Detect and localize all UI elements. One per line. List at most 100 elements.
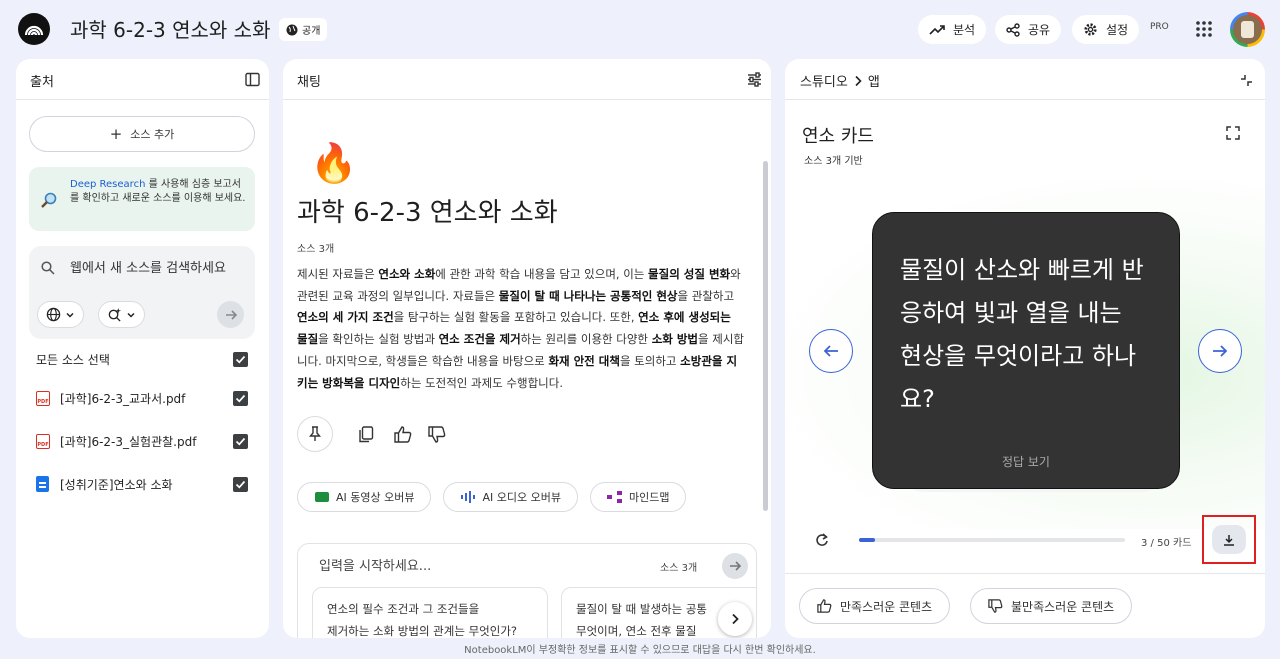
divider	[785, 573, 1265, 574]
summary-emphasis: 연소의 세 가지 조건	[297, 310, 394, 325]
pdf-icon: PDF	[36, 390, 50, 406]
send-button[interactable]	[722, 553, 748, 579]
card-progress-text: 3 / 50 카드	[1141, 538, 1192, 549]
search-submit-button[interactable]	[217, 301, 244, 328]
audio-wave-icon	[461, 491, 476, 503]
document-icon	[36, 476, 49, 492]
composer-source-count: 소스 3개	[660, 563, 698, 574]
arrow-left-icon	[823, 345, 838, 357]
download-highlight	[1202, 515, 1256, 564]
good-content-label: 만족스러운 콘텐츠	[840, 599, 933, 614]
pro-badge: PRO	[1150, 22, 1169, 32]
arrow-right-icon	[730, 561, 742, 571]
source-name: [과학]6-2-3_교과서.pdf	[60, 391, 186, 406]
top-bar: 과학 6-2-3 연소와 소화 공개 분석 공유 설정 PRO	[0, 0, 1280, 58]
source-item[interactable]: PDF [과학]6-2-3_실험관찰.pdf	[36, 431, 248, 451]
fire-emoji-icon: 🔥	[310, 141, 358, 185]
pdf-icon: PDF	[36, 433, 50, 449]
audio-overview-chip[interactable]: AI 오디오 오버뷰	[443, 482, 578, 512]
deep-research-link[interactable]: Deep Research	[70, 179, 145, 190]
select-all-checkbox[interactable]	[233, 351, 248, 367]
trending-up-icon	[929, 24, 945, 35]
chat-scrollbar[interactable]	[763, 161, 768, 511]
studio-panel: 스튜디오 앱 연소 카드 소스 3개 기반 물질이 산소와 빠르게 반응하여 빛…	[785, 59, 1265, 638]
copy-icon	[359, 425, 374, 442]
flashcard[interactable]: 물질이 산소와 빠르게 반응하여 빛과 열을 내는 현상을 무엇이라고 하나요?…	[872, 212, 1180, 489]
sparkle-search-icon	[108, 307, 122, 322]
source-item[interactable]: [성취기준]연소와 소화	[36, 474, 248, 494]
analytics-button[interactable]: 분석	[918, 15, 987, 44]
plus-icon: +	[109, 124, 123, 143]
suggestion-line: 제거하는 소화 방법의 관계는 무엇인가?	[327, 624, 518, 638]
source-checkbox[interactable]	[233, 476, 248, 492]
source-checkbox[interactable]	[233, 390, 248, 406]
pin-icon	[309, 426, 321, 441]
web-search-input[interactable]: 웹에서 새 소스를 검색하세요	[70, 258, 240, 280]
bad-content-button[interactable]: 불만족스러운 콘텐츠	[970, 588, 1133, 624]
next-card-button[interactable]	[1198, 329, 1242, 373]
studio-header: 스튜디오 앱	[785, 59, 1265, 100]
summary-emphasis: 물질이 탈 때 나타나는 공통적인 현상	[498, 288, 678, 303]
chat-composer: 입력을 시작하세요... 소스 3개 연소의 필수 조건과 그 조건들을 제거하…	[297, 543, 757, 638]
thumbs-down-icon	[428, 425, 446, 443]
chat-header: 채팅	[283, 59, 771, 100]
previous-card-button[interactable]	[809, 329, 853, 373]
share-button[interactable]: 공유	[995, 15, 1062, 44]
settings-button[interactable]: 설정	[1072, 15, 1140, 44]
chevron-right-icon	[855, 75, 862, 86]
video-overview-chip[interactable]: AI 동영상 오버뷰	[297, 482, 432, 512]
notebooklm-logo-icon[interactable]	[18, 13, 50, 45]
source-checkbox[interactable]	[233, 433, 248, 449]
pin-button[interactable]	[297, 416, 333, 452]
summary-text: 을 탐구하는 실험 활동을 포함하고 있습니다. 또한,	[393, 310, 639, 325]
share-label: 공유	[1028, 23, 1051, 37]
avatar[interactable]	[1230, 12, 1265, 47]
suggested-question[interactable]: 연소의 필수 조건과 그 조건들을 제거하는 소화 방법의 관계는 무엇인가?	[312, 587, 548, 638]
arrow-right-icon	[1213, 345, 1228, 357]
chevron-down-icon	[66, 312, 74, 318]
overview-chips: AI 동영상 오버뷰 AI 오디오 오버뷰 마인드맵	[297, 482, 687, 512]
chat-scroll-area[interactable]: 🔥 과학 6-2-3 연소와 소화 소스 3개 제시된 자료들은 연소와 소화에…	[283, 101, 771, 638]
mind-map-label: 마인드맵	[628, 491, 670, 504]
flashcard-deck-title: 연소 카드	[802, 126, 874, 147]
breadcrumb-studio[interactable]: 스튜디오	[800, 71, 848, 90]
copy-button[interactable]	[353, 421, 379, 447]
good-content-button[interactable]: 만족스러운 콘텐츠	[799, 588, 951, 624]
thumbs-down-button[interactable]	[424, 421, 450, 447]
mind-map-chip[interactable]: 마인드맵	[589, 482, 687, 512]
breadcrumb-app: 앱	[867, 75, 880, 90]
summary-emphasis: 연소 조건을 제거	[438, 332, 521, 347]
suggestion-line: 연소의 필수 조건과 그 조건들을	[327, 602, 480, 616]
show-answer-label[interactable]: 정답 보기	[873, 453, 1179, 470]
research-mode-dropdown[interactable]	[98, 301, 145, 328]
collapse-icon[interactable]	[1240, 74, 1253, 87]
shuffle-restart-icon[interactable]	[815, 533, 829, 547]
select-all-row[interactable]: 모든 소스 선택	[36, 349, 248, 369]
thumbs-up-button[interactable]	[390, 421, 416, 447]
search-scope-dropdown[interactable]	[37, 301, 84, 328]
summary-text: 제시된 자료들은	[297, 267, 379, 281]
analytics-label: 분석	[953, 23, 976, 37]
summary-emphasis: 물질의 성질 변화	[648, 267, 731, 281]
tune-icon[interactable]	[747, 72, 762, 87]
public-label: 공개	[302, 26, 321, 37]
collapse-panel-icon[interactable]	[245, 72, 260, 87]
settings-label: 설정	[1106, 23, 1129, 37]
search-icon	[41, 261, 55, 275]
next-suggestions-button[interactable]	[718, 602, 752, 636]
fullscreen-icon[interactable]	[1226, 126, 1240, 140]
summary-text: 하는 도전적인 과제도 수행합니다.	[400, 375, 563, 390]
source-name: [과학]6-2-3_실험관찰.pdf	[60, 434, 197, 449]
thumbs-down-icon	[988, 599, 1003, 613]
download-button[interactable]	[1212, 525, 1246, 554]
chevron-right-icon	[732, 613, 739, 625]
card-progress-bar	[859, 538, 1125, 542]
source-item[interactable]: PDF [과학]6-2-3_교과서.pdf	[36, 388, 248, 408]
add-source-button[interactable]: + 소스 추가	[29, 116, 255, 152]
summary-text: 에 관한 과학 학습 내용을 담고 있으며, 이는	[435, 267, 649, 281]
chat-input[interactable]: 입력을 시작하세요...	[319, 555, 431, 574]
public-chip[interactable]: 공개	[279, 18, 328, 41]
notebook-title[interactable]: 과학 6-2-3 연소와 소화	[70, 14, 270, 43]
apps-grid-icon[interactable]	[1195, 20, 1213, 38]
summary-emphasis: 소화 방법	[651, 332, 699, 347]
